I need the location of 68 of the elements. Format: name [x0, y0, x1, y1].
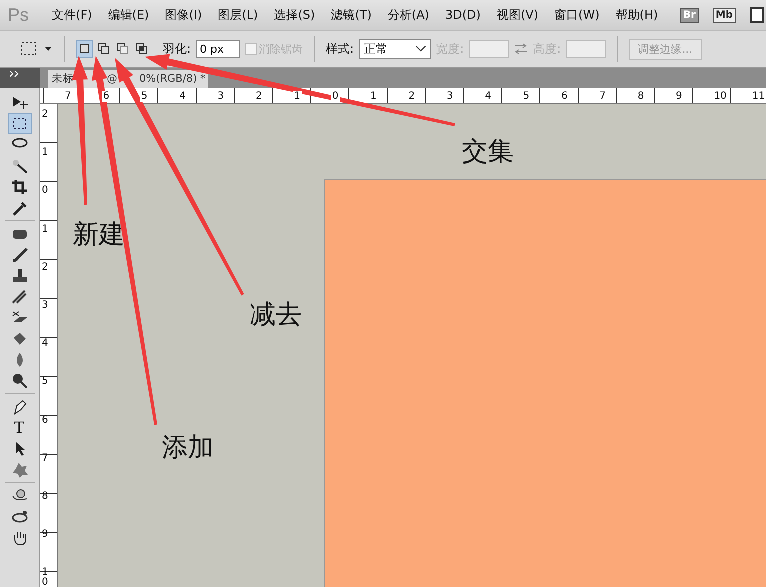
type-tool-button[interactable]: T — [8, 417, 32, 438]
ruler-number: 7 — [41, 452, 46, 466]
style-label: 样式: — [326, 40, 354, 58]
caret-icon[interactable] — [45, 46, 53, 52]
ruler-number: 3 — [216, 91, 226, 102]
swap-arrows-icon[interactable] — [514, 43, 528, 55]
document-tab-title: @ — [107, 73, 118, 85]
menu-item[interactable]: 分析(A) — [380, 6, 438, 24]
ruler-number: 8 — [41, 490, 46, 504]
style-dropdown[interactable]: 正常 — [359, 39, 432, 59]
selection-new-button[interactable] — [76, 40, 93, 58]
menu-item[interactable]: 窗口(W) — [548, 6, 609, 24]
app-logo: Ps — [8, 4, 30, 26]
feather-input[interactable]: 0 px — [196, 40, 240, 58]
annotation-label: 新建 — [73, 220, 125, 252]
ruler-number: 5 — [522, 91, 531, 102]
ruler-number: 9 — [675, 91, 684, 102]
menu-item[interactable]: 选择(S) — [267, 6, 324, 24]
ruler-number: 11 — [751, 91, 766, 102]
window-icon[interactable] — [750, 6, 764, 24]
ruler-number: 2 — [41, 108, 46, 122]
width-input[interactable] — [469, 40, 510, 58]
annotation-label: 交集 — [462, 137, 514, 168]
ruler-number: 7 — [64, 91, 72, 102]
document-tab-title: 未标 — [52, 72, 74, 86]
ruler-number: 4 — [484, 91, 492, 102]
ruler-number: 2 — [254, 91, 264, 102]
annotation-label: 添加 — [162, 433, 214, 464]
ruler-number: 5 — [140, 91, 149, 102]
menu-item[interactable]: 图层(L) — [211, 6, 268, 24]
feather-label: 羽化: — [163, 40, 192, 58]
ruler-number: 2 — [41, 260, 46, 275]
ruler-number: 8 — [636, 91, 646, 102]
selection-intersect-icon — [136, 43, 148, 55]
menu-item[interactable]: 文件(F) — [45, 6, 102, 24]
ruler-number: 0 — [41, 184, 46, 198]
annotation-label: 减去 — [250, 300, 302, 332]
marquee-tool-icon[interactable] — [8, 113, 32, 134]
ruler-number: 1 — [293, 91, 302, 102]
ruler-number: 10 — [713, 91, 728, 102]
caret-icon — [416, 46, 426, 52]
ruler-number: 4 — [178, 91, 187, 102]
selection-add-icon — [98, 43, 110, 55]
ruler-number: 6 — [102, 91, 111, 102]
ruler-number: 2 — [408, 91, 416, 102]
ruler-number: 6 — [41, 414, 46, 428]
ruler-number: 4 — [41, 337, 46, 352]
ruler-number: 5 — [41, 375, 46, 390]
ruler-number: 6 — [560, 91, 569, 102]
expand-icon[interactable] — [10, 71, 20, 77]
app-launch-button[interactable]: Mb — [712, 8, 736, 22]
menu-item[interactable]: 图像(I) — [158, 6, 212, 24]
menu-item[interactable]: 滤镜(T) — [324, 6, 381, 24]
ruler-number: 3 — [41, 298, 46, 313]
menu-item[interactable]: 视图(V) — [490, 6, 548, 24]
selection-new-icon — [78, 43, 90, 55]
ruler-number: 3 — [446, 91, 454, 102]
menu-item[interactable]: 编辑(E) — [101, 6, 158, 24]
selection-subtract-icon — [116, 43, 128, 55]
ruler-number: 7 — [598, 91, 607, 102]
ruler-number: 1 — [370, 91, 378, 102]
document-tab-title: 0%(RGB/8) * — [140, 73, 206, 85]
menu-item[interactable]: 帮助(H) — [608, 6, 668, 24]
height-input[interactable] — [566, 40, 606, 58]
ruler-number: 1 — [41, 146, 46, 160]
ruler-number: 0 — [331, 91, 340, 102]
menu-item[interactable]: 3D(D) — [438, 8, 490, 22]
ruler-number: 1 — [41, 222, 46, 237]
